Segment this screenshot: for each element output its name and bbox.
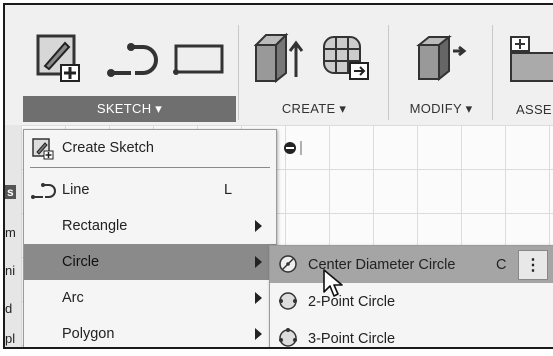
menu-item-circle[interactable]: Circle [24,244,276,280]
browser-fragment: m [5,225,16,240]
toolbar-separator [388,25,389,120]
sketch-dropdown-menu: Create Sketch Line L Rectangle Circle Ar… [23,129,277,347]
browser-fragment: pl [5,331,16,346]
sketch-menu-label: SKETCH ▾ [96,101,163,116]
modify-menu-button[interactable]: MODIFY ▾ [393,96,489,122]
submenu-arrow-icon [255,328,262,340]
submenu-item-3-point-circle[interactable]: 3-Point Circle [270,320,553,347]
line-icon [31,183,56,199]
center-diameter-circle-icon [279,255,297,273]
menu-item-label: Circle [62,254,100,270]
menu-item-arc[interactable]: Arc [24,280,276,316]
mouse-cursor-icon [323,269,343,297]
submenu-item-center-diameter-circle[interactable]: Center Diameter Circle C ⋮ [270,246,553,283]
menu-item-create-sketch[interactable]: Create Sketch [24,130,276,166]
menu-item-shortcut: L [224,182,233,198]
rectangle-tool-icon[interactable] [173,43,225,75]
browser-panel-edge: s m ni d pl [5,125,21,347]
create-sketch-tool-icon[interactable] [35,33,83,83]
app-window: SKETCH ▾ CREATE ▾ MODIFY ▾ ASSE s m ni d… [3,3,553,349]
menu-item-label: Create Sketch [62,140,154,156]
pin-icon[interactable] [283,139,305,157]
toolbar: SKETCH ▾ CREATE ▾ MODIFY ▾ ASSE [5,5,553,126]
assemble-menu-label: ASSE [516,101,552,117]
assemble-menu-button[interactable]: ASSE [510,96,553,122]
two-point-circle-icon [279,292,297,310]
modify-menu-label: MODIFY ▾ [409,101,473,116]
press-pull-tool-icon[interactable] [415,33,467,83]
browser-fragment: s [5,185,16,199]
create-menu-label: CREATE ▾ [281,101,347,116]
extrude-tool-icon[interactable] [250,31,306,83]
more-options-button[interactable]: ⋮ [518,250,548,280]
menu-item-polygon[interactable]: Polygon [24,316,276,347]
menu-item-label: Line [62,182,90,198]
create-sketch-icon [32,138,54,160]
browser-fragment: ni [5,263,16,278]
submenu-item-label: 3-Point Circle [308,330,396,347]
create-menu-button[interactable]: CREATE ▾ [243,96,385,122]
circle-submenu: Center Diameter Circle C ⋮ 2-Point Circl… [269,245,553,347]
line-tool-icon[interactable] [105,41,160,81]
submenu-arrow-icon [255,220,262,232]
menu-divider [30,167,270,168]
toolbar-separator [492,25,493,120]
browser-fragment: d [5,301,13,316]
submenu-arrow-icon [255,256,262,268]
menu-item-label: Arc [62,290,84,306]
submenu-arrow-icon [255,292,262,304]
form-tool-icon[interactable] [320,31,372,83]
menu-item-rectangle[interactable]: Rectangle [24,208,276,244]
toolbar-separator [238,25,239,120]
sketch-menu-button[interactable]: SKETCH ▾ [23,96,236,122]
assemble-tool-icon[interactable] [505,33,553,83]
menu-item-line[interactable]: Line L [24,172,276,208]
menu-item-label: Polygon [62,326,115,342]
three-point-circle-icon [279,328,297,347]
submenu-item-2-point-circle[interactable]: 2-Point Circle [270,283,553,320]
menu-item-label: Rectangle [62,218,128,234]
submenu-item-shortcut: C [496,256,507,273]
